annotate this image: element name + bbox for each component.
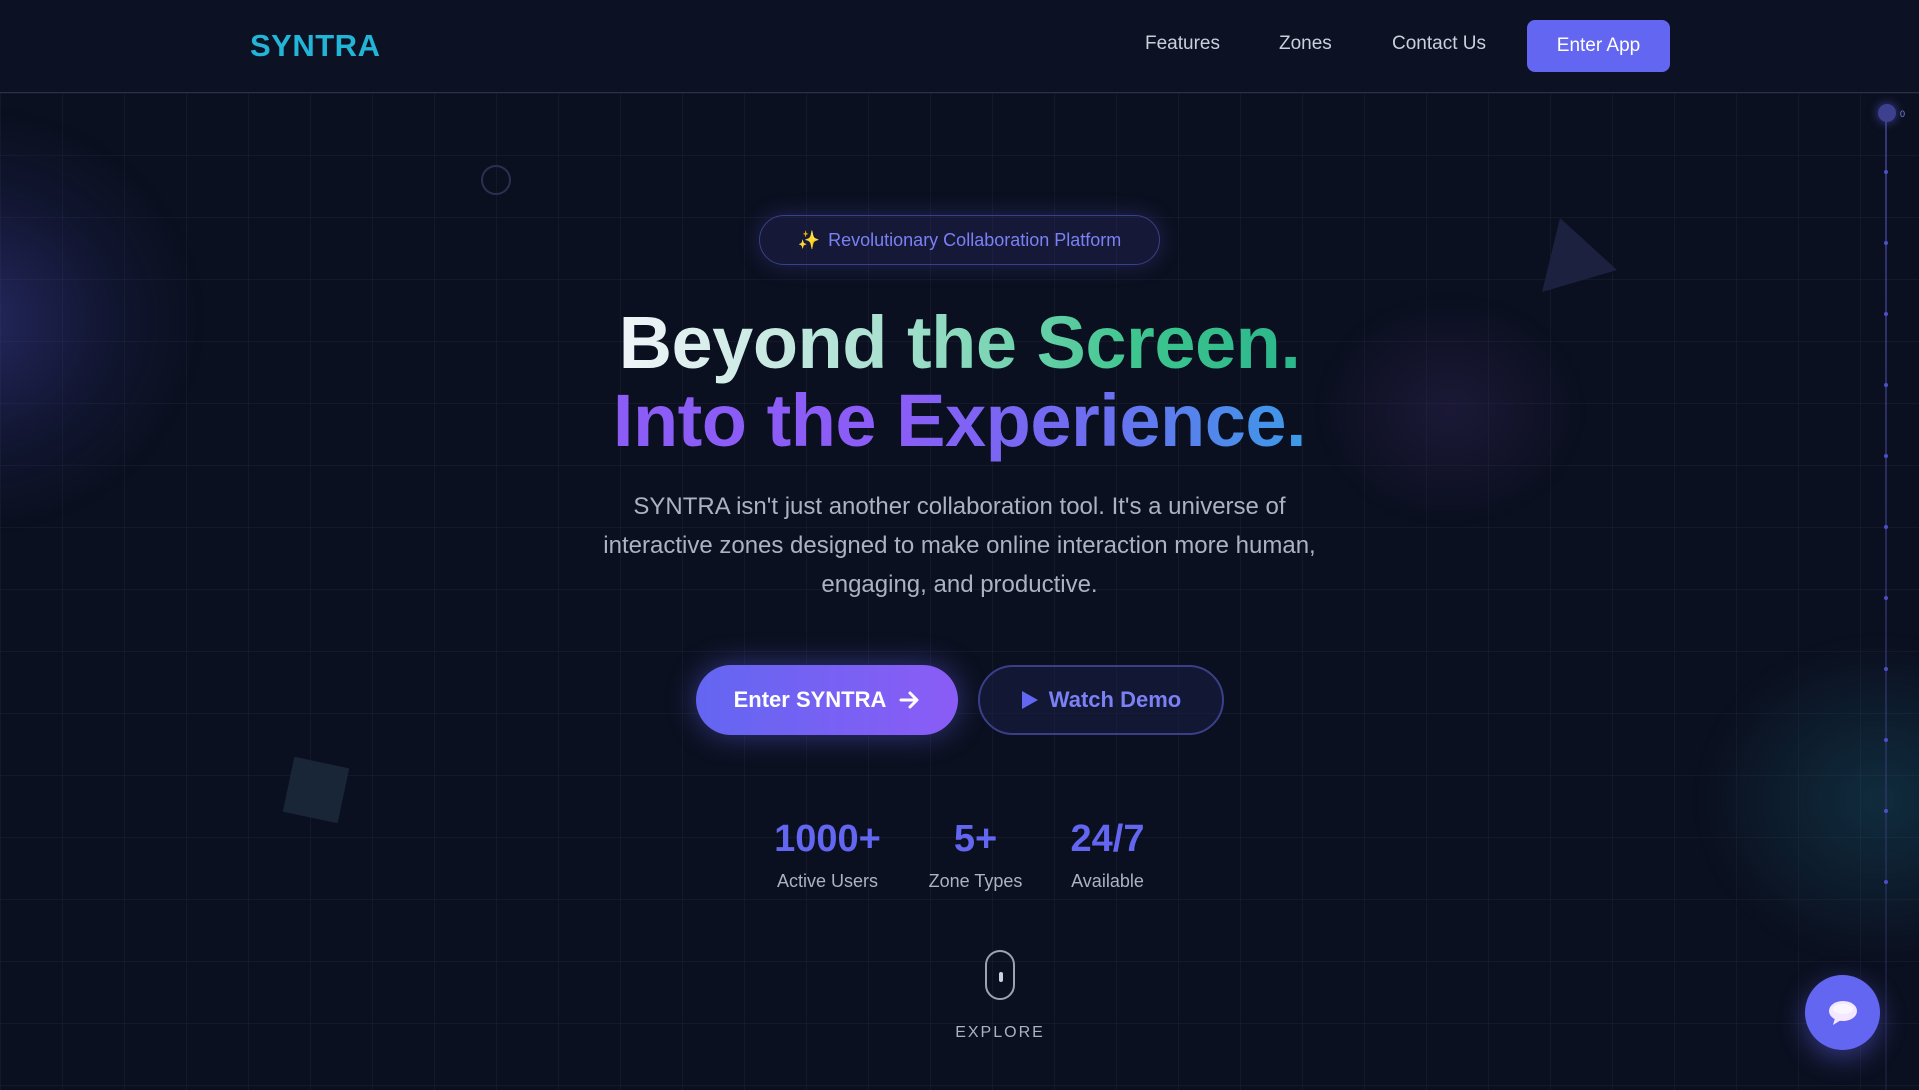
enter-syntra-button[interactable]: Enter SYNTRA xyxy=(696,665,958,735)
timeline-dot xyxy=(1884,525,1888,529)
landing-page: SYNTRA Features Zones Contact Us Enter A… xyxy=(0,0,1919,1090)
timeline-dot xyxy=(1884,809,1888,813)
hero-headline-line2-text: Into the Experience. xyxy=(612,379,1307,462)
explore-label[interactable]: EXPLORE xyxy=(0,1024,1919,1042)
stat-zone-types: 5+ Zone Types xyxy=(918,818,1033,892)
stat-label: Active Users xyxy=(776,871,879,891)
timeline-dot xyxy=(1884,880,1888,884)
stat-availability: 24/7 Available xyxy=(1055,818,1160,892)
timeline-dot xyxy=(1884,170,1888,174)
timeline-dot xyxy=(1884,667,1888,671)
enter-app-button[interactable]: Enter App xyxy=(1527,20,1670,72)
play-icon xyxy=(1021,691,1038,709)
timeline-dot xyxy=(1884,596,1888,600)
hero-headline-line2: Into the Experience. xyxy=(0,378,1919,463)
scroll-progress-knob[interactable] xyxy=(1878,104,1896,122)
hero-headline-line1: Beyond the Screen. xyxy=(0,300,1919,385)
watch-demo-button[interactable]: Watch Demo xyxy=(978,665,1224,735)
stat-value: 24/7 xyxy=(1070,818,1145,860)
enter-syntra-button-label: Enter SYNTRA xyxy=(733,687,887,712)
nav-link-contact[interactable]: Contact Us xyxy=(1392,33,1486,55)
stat-active-users: 1000+ Active Users xyxy=(760,818,895,892)
chat-bubble-icon xyxy=(1828,1000,1857,1025)
decorative-square xyxy=(282,756,350,824)
mouse-scroll-icon[interactable] xyxy=(985,950,1015,1000)
stat-value: 5+ xyxy=(953,818,998,860)
hero-badge-text: Revolutionary Collaboration Platform xyxy=(828,229,1122,250)
logo[interactable]: SYNTRA xyxy=(250,28,380,64)
nav-link-zones[interactable]: Zones xyxy=(1279,33,1332,55)
arrow-right-icon xyxy=(899,691,919,709)
scroll-progress-track xyxy=(1885,114,1887,1090)
stat-label: Zone Types xyxy=(928,871,1023,891)
decorative-triangle xyxy=(1542,218,1617,292)
hero-headline-line1-text: Beyond the Screen. xyxy=(618,301,1301,384)
mouse-wheel xyxy=(999,972,1003,982)
top-navbar: SYNTRA Features Zones Contact Us Enter A… xyxy=(0,0,1919,93)
stat-label: Available xyxy=(1071,871,1144,891)
hero-subtitle: SYNTRA isn't just another collaboration … xyxy=(603,493,1316,598)
watch-demo-button-label: Watch Demo xyxy=(1048,687,1182,712)
scroll-progress-label: 0 xyxy=(1900,109,1906,119)
decorative-circle xyxy=(481,165,511,195)
hero-badge: ✨ Revolutionary Collaboration Platform xyxy=(759,215,1160,265)
timeline-dot xyxy=(1884,241,1888,245)
nav-link-features[interactable]: Features xyxy=(1145,33,1220,55)
sparkles-icon: ✨ xyxy=(797,229,821,250)
chat-button[interactable] xyxy=(1805,975,1880,1050)
timeline-dot xyxy=(1884,738,1888,742)
stat-value: 1000+ xyxy=(774,818,881,860)
